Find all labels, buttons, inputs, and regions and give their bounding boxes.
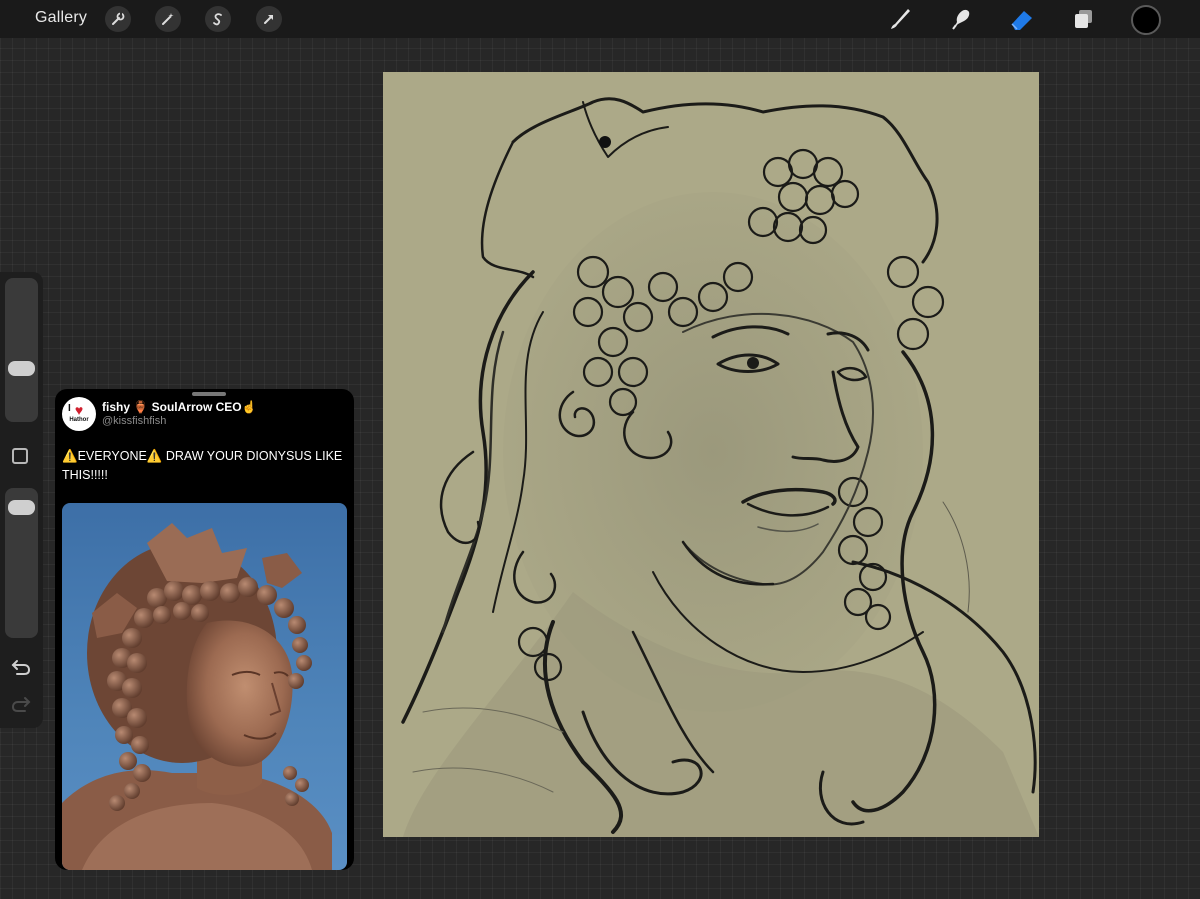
tweet-photo [62,503,347,870]
opacity-thumb[interactable] [8,499,35,515]
opacity-slider[interactable] [5,488,38,638]
top-toolbar: Gallery [0,0,1200,38]
redo-icon[interactable] [10,693,32,715]
color-picker-swatch[interactable] [1131,5,1161,35]
tweet-text: ⚠️EVERYONE⚠️ DRAW YOUR DIONYSUS LIKE THI… [62,449,343,482]
avatar: I ♥ Hathor [62,397,96,431]
smudge-icon[interactable] [947,5,975,33]
layers-icon[interactable] [1069,5,1097,33]
undo-icon[interactable] [10,656,32,678]
magic-wand-icon[interactable] [155,6,181,32]
user-handle: @kissfishfish [102,415,167,427]
transform-arrow-icon[interactable] [256,6,282,32]
modify-square-icon[interactable] [12,448,28,464]
dionysus-statue-image [62,523,332,870]
wrench-icon[interactable] [105,6,131,32]
brush-size-slider[interactable] [5,278,38,422]
display-name: fishy 🏺 SoulArrow CEO☝️ [102,400,257,414]
reference-drag-handle[interactable] [192,392,226,396]
reference-window[interactable]: I ♥ Hathor fishy 🏺 SoulArrow CEO☝️ @kiss… [55,389,354,870]
left-sidebar [0,272,43,728]
eraser-icon[interactable] [1008,5,1036,33]
gallery-button[interactable]: Gallery [35,9,87,27]
avatar-caption: Hathor [69,417,89,423]
drawing-canvas[interactable] [383,72,1039,837]
dionysus-sketch [401,97,1039,837]
brush-icon[interactable] [886,5,914,33]
brush-size-thumb[interactable] [8,360,35,376]
avatar-letter: I [68,403,71,414]
heart-icon: ♥ [74,402,84,418]
selection-s-icon[interactable] [205,6,231,32]
